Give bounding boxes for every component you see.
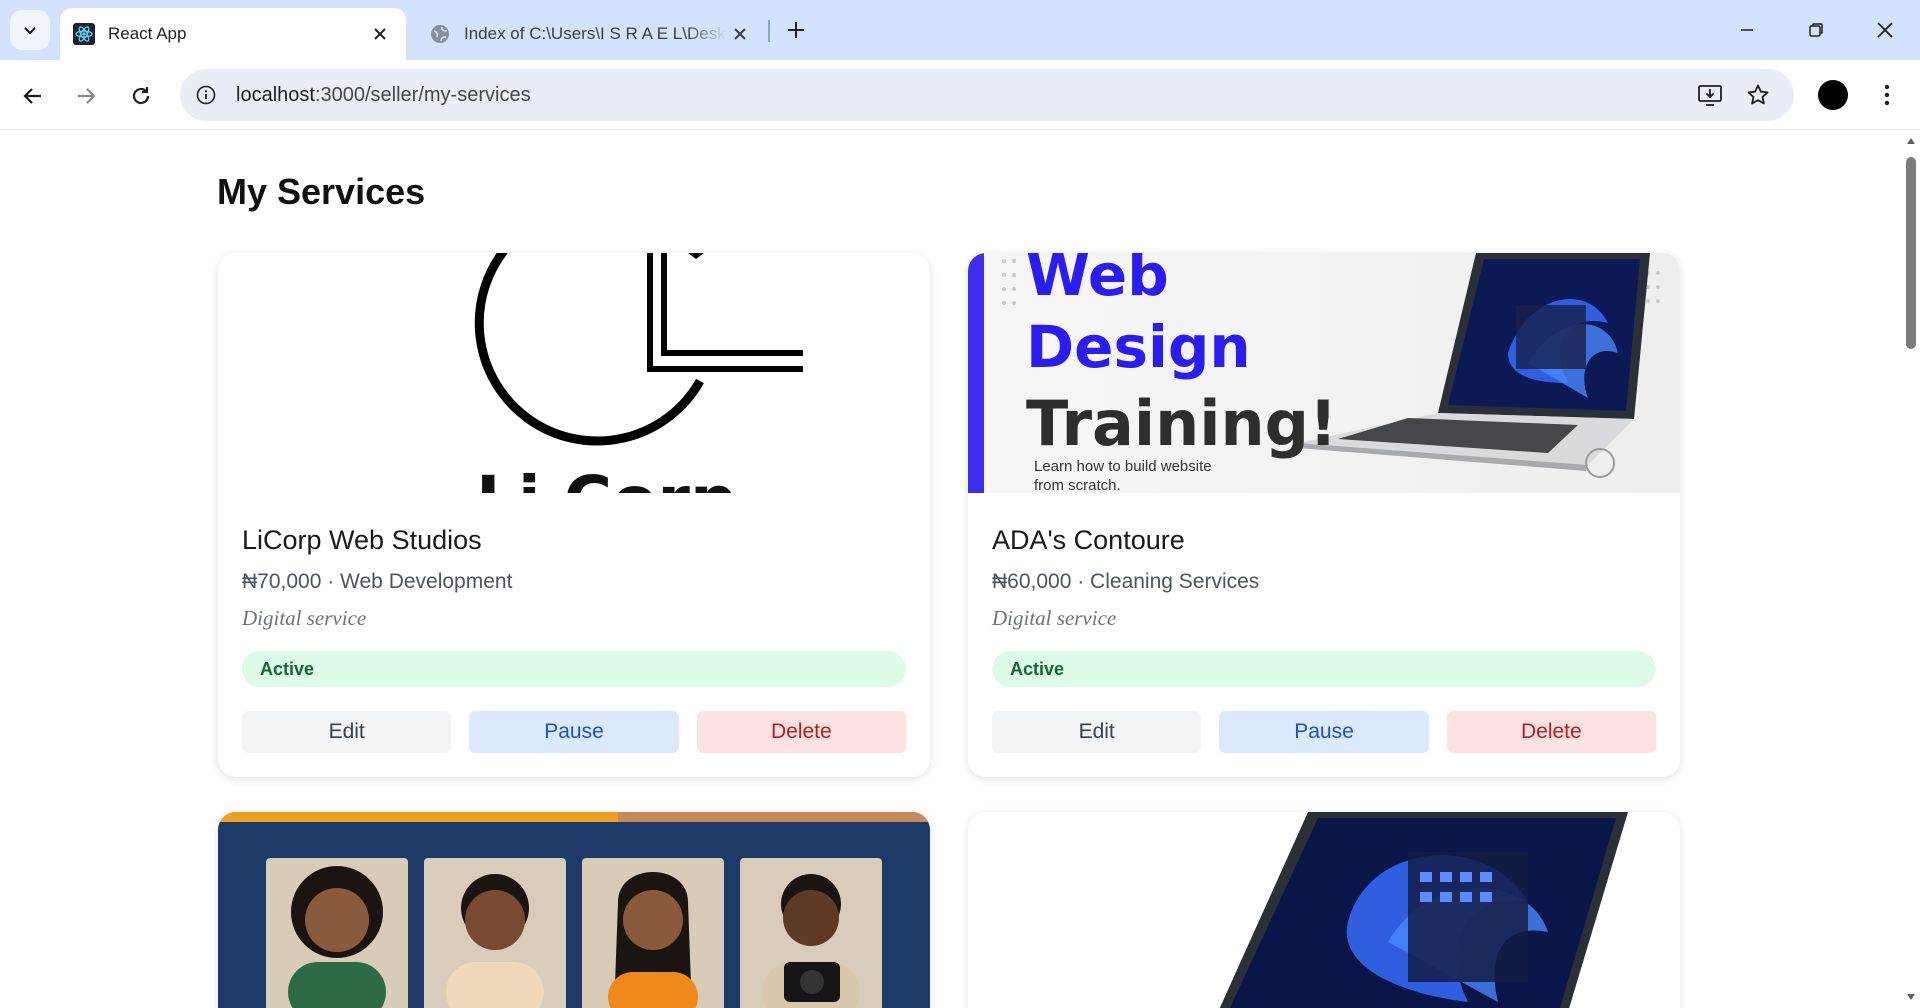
tab-separator: [768, 20, 770, 42]
url-path: :3000/seller/my-services: [314, 84, 531, 106]
scroll-up-icon[interactable]: [1906, 137, 1916, 145]
close-icon: [734, 28, 746, 40]
delete-button[interactable]: Delete: [696, 711, 906, 753]
service-name: ADA's Contoure: [992, 525, 1185, 555]
card-actions: Edit Pause Delete: [992, 711, 1656, 753]
address-bar[interactable]: localhost:3000/seller/my-services: [180, 69, 1794, 121]
arrow-right-icon: [78, 88, 96, 104]
page-scrollbar[interactable]: [1902, 131, 1920, 1008]
ada-subtext-line: Learn how to build website: [1034, 458, 1212, 475]
service-image: Web Design Training! Learn how to build …: [968, 253, 1680, 493]
install-app-icon[interactable]: [1696, 81, 1724, 109]
arrow-left-icon: [23, 88, 41, 104]
edit-button[interactable]: Edit: [992, 711, 1202, 753]
back-button[interactable]: [13, 76, 53, 116]
service-price-category: ₦60,000 · Cleaning Services: [992, 570, 1260, 593]
service-image: Li Corp: [218, 253, 930, 493]
pause-button[interactable]: Pause: [469, 711, 679, 753]
laptop-graphic: [1219, 812, 1628, 1008]
service-name: LiCorp Web Studios: [242, 525, 482, 555]
tab-title: React App: [108, 24, 187, 43]
ada-subtext: Learn how to build website from scratch.: [1034, 457, 1212, 493]
pause-button[interactable]: Pause: [1219, 711, 1429, 753]
close-icon: [1877, 22, 1893, 38]
tab-close-button[interactable]: [726, 20, 754, 48]
edit-button[interactable]: Edit: [242, 711, 452, 753]
service-card: [968, 812, 1680, 1008]
service-card: Li Corp LiCorp Web Studios ₦70,000 · Web…: [218, 253, 930, 777]
tab-index-of[interactable]: Index of C:\Users\I S R A E L\Desktop: [416, 8, 766, 60]
url-host: localhost: [236, 84, 315, 106]
tab-react-app[interactable]: React App: [60, 8, 406, 60]
close-window-button[interactable]: [1862, 10, 1908, 50]
tab-search-button[interactable]: [10, 10, 50, 50]
card-actions: Edit Pause Delete: [242, 711, 906, 753]
browser-toolbar: localhost:3000/seller/my-services: [0, 60, 1920, 130]
service-type: Digital service: [242, 606, 367, 630]
page-viewport: My Services Li Corp LiCorp Web Studios ₦…: [0, 131, 1920, 1008]
restore-icon: [1809, 23, 1823, 37]
service-image: [968, 812, 1680, 1008]
tab-strip: React App Index of C:\Users\I S R A E L\…: [0, 0, 1920, 60]
delete-button[interactable]: Delete: [1446, 711, 1656, 753]
service-type: Digital service: [992, 606, 1117, 630]
scroll-thumb[interactable]: [1906, 157, 1916, 349]
tab-close-button[interactable]: [366, 20, 394, 48]
forward-button[interactable]: [66, 76, 106, 116]
reload-button[interactable]: [121, 76, 161, 116]
team-photo-graphic: [218, 812, 930, 1008]
licorp-logo: Li Corp: [474, 253, 803, 493]
site-info-icon[interactable]: [192, 81, 220, 109]
browser-menu-button[interactable]: [1870, 78, 1904, 112]
reload-icon: [132, 87, 150, 105]
tab-title: Index of C:\Users\I S R A E L\Desktop: [464, 24, 726, 43]
chevron-down-icon: [24, 27, 36, 35]
ada-heading-line: Training!: [1026, 387, 1338, 460]
restore-button[interactable]: [1793, 10, 1839, 50]
service-image: [218, 812, 930, 1008]
page-title: My Services: [217, 171, 426, 212]
status-badge: Active: [242, 651, 906, 687]
svg-text:Li Corp: Li Corp: [476, 462, 737, 493]
service-price-category: ₦70,000 · Web Development: [242, 570, 513, 593]
scroll-down-icon[interactable]: [1906, 993, 1916, 1001]
profile-avatar[interactable]: [1818, 80, 1848, 110]
url-text[interactable]: localhost:3000/seller/my-services: [236, 84, 531, 107]
react-icon: [72, 22, 96, 46]
service-card: [218, 812, 930, 1008]
more-vertical-icon: [1884, 84, 1890, 106]
new-tab-button[interactable]: [780, 14, 812, 46]
ada-heading-line: Design: [1026, 313, 1251, 381]
minimize-icon: [1741, 29, 1753, 31]
status-badge: Active: [992, 651, 1656, 687]
close-icon: [374, 28, 386, 40]
bookmark-star-icon[interactable]: [1744, 81, 1772, 109]
service-card: Web Design Training! Learn how to build …: [968, 253, 1680, 777]
plus-icon: [788, 22, 804, 38]
minimize-button[interactable]: [1724, 10, 1770, 50]
globe-icon: [428, 22, 452, 46]
ada-subtext-line: from scratch.: [1034, 477, 1121, 493]
ada-heading-line: Web: [1026, 253, 1169, 309]
